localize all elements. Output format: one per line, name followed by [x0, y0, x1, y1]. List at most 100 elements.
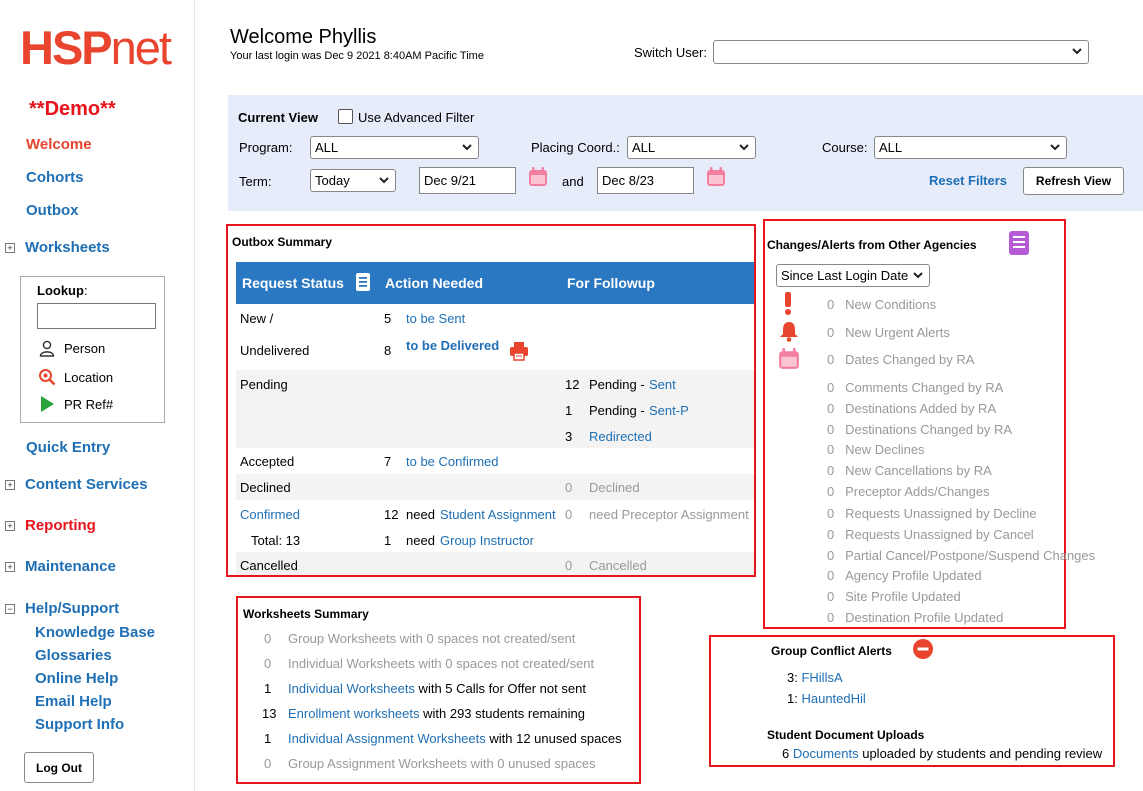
- minus-circle-icon: [913, 639, 933, 659]
- worksheets-title: Worksheets Summary: [243, 607, 369, 621]
- link-individual-worksheets[interactable]: Individual Worksheets: [264, 681, 415, 696]
- advanced-filter-checkbox[interactable]: [338, 109, 353, 124]
- expand-reporting-icon[interactable]: +: [5, 521, 15, 531]
- advanced-filter-label: Use Advanced Filter: [358, 110, 475, 125]
- link-confirmed[interactable]: Confirmed: [240, 507, 300, 522]
- group-conflict-panel: Group Conflict Alerts 3: FHillsA 1: Haun…: [709, 635, 1115, 767]
- change-item: 0 Comments Changed by RA: [827, 380, 1004, 395]
- worksheets-summary: Worksheets Summary 0 Group Worksheets wit…: [236, 596, 641, 784]
- confirmed-total: Total: 13: [251, 533, 301, 548]
- calendar-icon[interactable]: [528, 167, 548, 187]
- link-fhillsa[interactable]: FHillsA: [801, 670, 842, 685]
- nav-cohorts[interactable]: Cohorts: [26, 169, 84, 186]
- book-icon[interactable]: [1009, 231, 1029, 255]
- lookup-prref-label: PR Ref#: [64, 396, 114, 412]
- link-enrollment-worksheets[interactable]: Enrollment worksheets: [264, 706, 420, 721]
- program-value: ALL: [315, 140, 339, 155]
- nav-content-services[interactable]: Content Services: [25, 476, 148, 493]
- change-item: 0 Agency Profile Updated: [827, 568, 982, 583]
- lookup-location-label: Location: [64, 369, 114, 385]
- calendar-icon[interactable]: [706, 167, 726, 187]
- nav-maintenance[interactable]: Maintenance: [25, 558, 116, 575]
- refresh-view-button[interactable]: Refresh View: [1023, 167, 1124, 195]
- link-group-instructor[interactable]: Group Instructor: [440, 533, 534, 548]
- change-item: 0 Partial Cancel/Postpone/Suspend Change…: [827, 548, 1096, 563]
- nav-online-help[interactable]: Online Help: [35, 670, 118, 687]
- change-item: 0 New Cancellations by RA: [827, 463, 992, 478]
- nav-email-help[interactable]: Email Help: [35, 693, 112, 710]
- change-item: 0 Destinations Changed by RA: [827, 422, 1013, 437]
- uploads-row: 6 Documents uploaded by students and pen…: [782, 746, 1103, 761]
- since-select[interactable]: Since Last Login Date: [776, 264, 930, 287]
- program-select[interactable]: ALL: [310, 136, 479, 159]
- change-item: 0 New Conditions: [827, 297, 937, 312]
- expand-maintenance-icon[interactable]: +: [5, 562, 15, 572]
- link-individual-assignment-worksheets[interactable]: Individual Assignment Worksheets: [264, 731, 486, 746]
- followup-declined: Declined: [589, 480, 640, 495]
- link-student-assignment[interactable]: Student Assignment: [440, 507, 556, 522]
- lookup-colon: :: [83, 283, 88, 298]
- expand-worksheets-icon[interactable]: +: [5, 243, 15, 253]
- switch-user-select[interactable]: [713, 40, 1089, 64]
- link-to-be-sent[interactable]: to be Sent: [406, 311, 465, 326]
- nav-knowledge-base[interactable]: Knowledge Base: [35, 624, 155, 641]
- lookup-person[interactable]: Person: [38, 339, 105, 357]
- nav-help-support[interactable]: Help/Support: [25, 600, 119, 617]
- outbox-table-header: Request Status Action Needed For Followu…: [236, 262, 754, 304]
- row-accepted: Accepted 7 to be Confirmed: [236, 448, 754, 474]
- header-action-needed: Action Needed: [385, 275, 484, 291]
- nav-quick-entry[interactable]: Quick Entry: [26, 439, 110, 456]
- lookup-label: Lookup: [37, 283, 84, 298]
- change-item: 0 Requests Unassigned by Decline: [827, 506, 1037, 521]
- from-date-input[interactable]: Dec 9/21: [419, 167, 516, 194]
- placing-coord-select[interactable]: ALL: [627, 136, 756, 159]
- term-select[interactable]: Today: [310, 169, 396, 192]
- nav-worksheets[interactable]: Worksheets: [25, 239, 110, 256]
- chevron-down-icon: [379, 177, 389, 184]
- count-declined: 0: [565, 480, 573, 495]
- printer-icon[interactable]: [509, 341, 529, 361]
- nav-reporting[interactable]: Reporting: [25, 517, 96, 534]
- count-to-be-delivered: 8: [384, 343, 392, 358]
- header-request-status: Request Status: [242, 275, 344, 291]
- status-declined: Declined: [240, 480, 291, 495]
- collapse-help-icon[interactable]: −: [5, 604, 15, 614]
- count-preceptor-assignment: 0: [565, 507, 573, 522]
- nav-glossaries[interactable]: Glossaries: [35, 647, 112, 664]
- worksheet-row: 0 Individual Worksheets with 0 spaces not…: [264, 656, 595, 671]
- logo-text-b: net: [110, 21, 172, 74]
- lookup-input[interactable]: [37, 303, 156, 329]
- course-select[interactable]: ALL: [874, 136, 1067, 159]
- chevron-down-icon: [1050, 144, 1060, 151]
- expand-content-services-icon[interactable]: +: [5, 480, 15, 490]
- pending-count: 12: [565, 377, 580, 392]
- last-login-text: Your last login was Dec 9 2021 8:40AM Pa…: [230, 50, 484, 62]
- book-icon[interactable]: [356, 273, 370, 291]
- lookup-location[interactable]: Location: [38, 368, 113, 386]
- link-pending-sent[interactable]: Sent: [649, 377, 676, 392]
- reset-filters-link[interactable]: Reset Filters: [929, 173, 1007, 188]
- link-pending-sent-p[interactable]: Sent-P: [649, 403, 689, 418]
- course-value: ALL: [879, 140, 903, 155]
- to-date-input[interactable]: Dec 8/23: [597, 167, 694, 194]
- link-redirected[interactable]: Redirected: [589, 429, 652, 444]
- row-cancelled: Cancelled 0 Cancelled: [236, 552, 754, 575]
- worksheet-row: 0 Group Worksheets with 0 spaces not crea…: [264, 631, 576, 646]
- count-to-be-sent: 5: [384, 311, 392, 326]
- bell-icon: [780, 322, 798, 342]
- lookup-prref[interactable]: PR Ref#: [38, 395, 113, 413]
- hspnet-logo[interactable]: HSPnet: [20, 21, 172, 74]
- calendar-icon: [779, 348, 799, 369]
- link-to-be-confirmed[interactable]: to be Confirmed: [406, 454, 499, 469]
- nav-support-info[interactable]: Support Info: [35, 716, 124, 733]
- since-value: Since Last Login Date: [781, 268, 909, 283]
- logout-button[interactable]: Log Out: [24, 752, 94, 783]
- link-hauntedhil[interactable]: HauntedHil: [801, 691, 865, 706]
- nav-welcome[interactable]: Welcome: [26, 136, 92, 153]
- exclamation-icon: [785, 292, 791, 315]
- nav-outbox[interactable]: Outbox: [26, 202, 79, 219]
- link-documents[interactable]: Documents: [793, 746, 859, 761]
- switch-user-label: Switch User:: [634, 45, 707, 60]
- row-confirmed: Confirmed Total: 13 12 need Student Assi…: [236, 500, 754, 552]
- link-to-be-delivered[interactable]: to be Delivered: [406, 338, 499, 353]
